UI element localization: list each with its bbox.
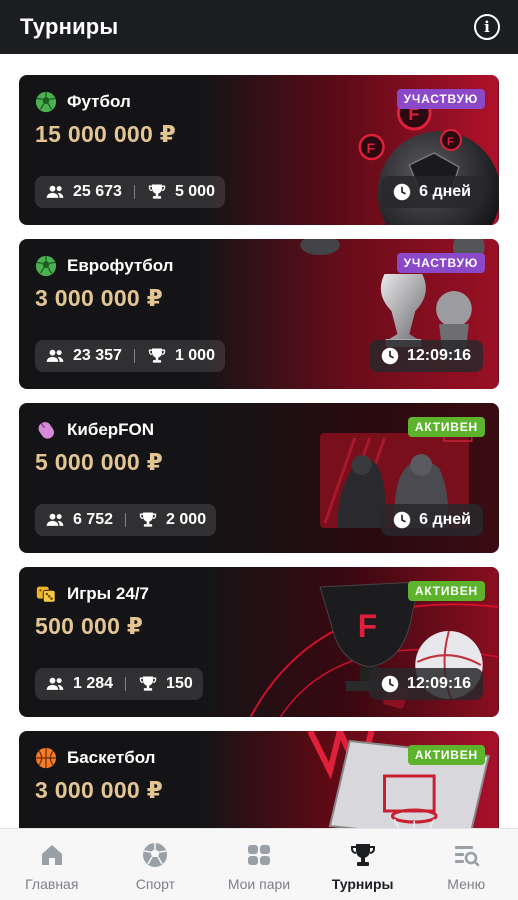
dice-icon [35, 583, 57, 605]
prize-pool: 3 000 000 ₽ [35, 777, 164, 803]
tab-tournaments[interactable]: Турниры [311, 829, 415, 900]
stats-pill: 1 284 150 [35, 668, 203, 700]
tab-label: Меню [447, 876, 486, 892]
tournament-card-games-24-7[interactable]: F Игры 24/7 500 000 ₽ АКТИВЕН 1 284 150 … [19, 567, 499, 717]
clock-icon [381, 675, 399, 693]
tournament-list: F F F Футбол 15 000 000 ₽ УЧАСТВУЮ 25 67… [19, 75, 499, 895]
home-icon [38, 841, 66, 869]
svg-text:F: F [367, 140, 375, 156]
tab-sport[interactable]: Спорт [104, 829, 208, 900]
tab-menu[interactable]: Меню [414, 829, 518, 900]
clock-icon [393, 511, 411, 529]
stats-pill: 25 673 5 000 [35, 176, 225, 208]
sport-name: Футбол [67, 92, 131, 111]
trophy-icon [138, 510, 158, 530]
divider [133, 185, 135, 199]
participants-count: 25 673 [73, 183, 122, 200]
tab-label: Главная [25, 876, 79, 892]
time-remaining: 12:09:16 [368, 340, 483, 372]
bottom-tab-bar: Главная Спорт Мои пари Турниры Меню [0, 828, 518, 900]
mouse-icon [35, 419, 57, 441]
tab-home[interactable]: Главная [0, 829, 104, 900]
prizes-count: 2 000 [166, 511, 207, 528]
divider [125, 513, 127, 527]
prizes-count: 5 000 [174, 183, 215, 200]
tournament-card-eurofootball[interactable]: Еврофутбол 3 000 000 ₽ УЧАСТВУЮ 23 357 1… [19, 239, 499, 389]
tab-label: Спорт [135, 876, 176, 892]
time-value: 6 дней [419, 511, 471, 528]
time-remaining: 6 дней [381, 176, 483, 208]
prizes-count: 1 000 [174, 347, 215, 364]
stats-pill: 6 752 2 000 [35, 504, 217, 536]
divider [125, 677, 127, 691]
participants-count: 6 752 [73, 511, 114, 528]
prize-pool: 500 000 ₽ [35, 613, 144, 639]
users-icon [45, 510, 65, 530]
stats-pill: 23 357 1 000 [35, 340, 225, 372]
soccer-ball-icon [141, 841, 169, 869]
tab-label: Турниры [331, 876, 394, 892]
time-value: 12:09:16 [406, 347, 471, 364]
users-icon [45, 674, 65, 694]
status-badge: УЧАСТВУЮ [396, 89, 485, 109]
status-badge: АКТИВЕН [407, 581, 485, 601]
users-icon [45, 346, 65, 366]
clock-icon [381, 347, 399, 365]
soccer-ball-icon [35, 91, 57, 113]
top-bar: Турниры i [0, 0, 518, 54]
tab-my-bets[interactable]: Мои пари [207, 829, 311, 900]
trophy-icon [138, 674, 158, 694]
tab-label: Мои пари [227, 876, 291, 892]
status-badge: АКТИВЕН [407, 745, 485, 765]
sport-name: КиберFON [67, 420, 155, 439]
basketball-icon [35, 747, 57, 769]
trophy-icon [349, 841, 377, 869]
time-value: 6 дней [419, 183, 471, 200]
clock-icon [393, 183, 411, 201]
trophy-icon [147, 182, 167, 202]
svg-text:F: F [447, 136, 454, 148]
prize-pool: 5 000 000 ₽ [35, 449, 164, 475]
time-remaining: 6 дней [381, 504, 483, 536]
time-value: 12:09:16 [406, 675, 471, 692]
svg-text:F: F [358, 608, 377, 644]
participants-count: 1 284 [73, 675, 114, 692]
menu-search-icon [452, 841, 480, 869]
status-badge: УЧАСТВУЮ [396, 253, 485, 273]
sport-name: Баскетбол [67, 748, 156, 767]
sport-name: Игры 24/7 [67, 584, 150, 603]
divider [133, 349, 135, 363]
users-icon [45, 182, 65, 202]
prize-pool: 15 000 000 ₽ [35, 121, 177, 147]
soccer-ball-icon [35, 255, 57, 277]
trophy-icon [147, 346, 167, 366]
status-badge: АКТИВЕН [407, 417, 485, 437]
bets-icon [245, 841, 273, 869]
prizes-count: 150 [166, 675, 193, 692]
tournament-card-football[interactable]: F F F Футбол 15 000 000 ₽ УЧАСТВУЮ 25 67… [19, 75, 499, 225]
participants-count: 23 357 [73, 347, 122, 364]
prize-pool: 3 000 000 ₽ [35, 285, 164, 311]
info-icon[interactable]: i [474, 14, 500, 40]
tournament-card-cyberfon[interactable]: КиберFON 5 000 000 ₽ АКТИВЕН 6 752 2 000… [19, 403, 499, 553]
time-remaining: 12:09:16 [368, 668, 483, 700]
sport-name: Еврофутбол [67, 256, 174, 275]
page-title: Турниры [20, 14, 119, 39]
